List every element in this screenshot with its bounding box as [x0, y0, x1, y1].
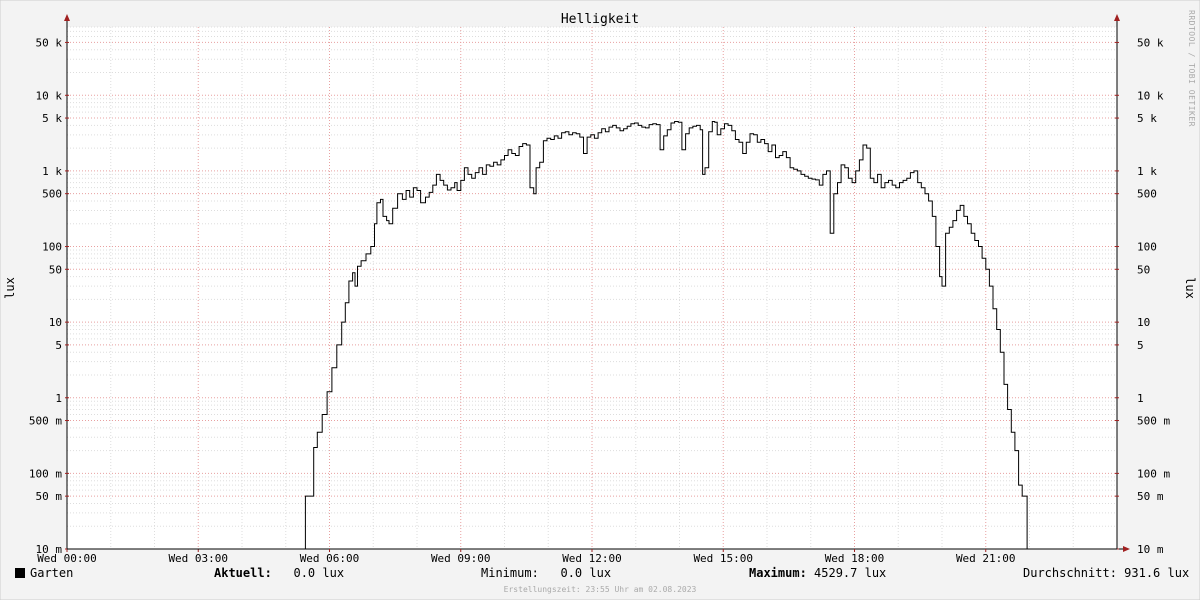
legend-aktuell-value: 0.0 lux [293, 566, 345, 580]
legend-minimum-label: Minimum: [481, 566, 539, 580]
legend-aktuell-label: Aktuell: [214, 566, 272, 580]
y-tick-label-right: 100 m [1137, 467, 1170, 480]
legend-minimum: Minimum: 0.0 lux [481, 566, 611, 580]
chart-title: Helligkeit [561, 12, 639, 27]
y-axis-label-left: lux [3, 277, 17, 299]
y-tick-label: 100 [42, 241, 62, 254]
y-tick-label-right: 1 [1137, 392, 1144, 405]
legend-aktuell: Aktuell: 0.0 lux [214, 566, 344, 580]
y-tick-label: 50 [49, 263, 62, 276]
y-tick-label: 500 [42, 188, 62, 201]
y-tick-label: 10 k [36, 89, 63, 102]
legend-durchschnitt-label: Durchschnitt: [1023, 566, 1117, 580]
x-tick-label: Wed 00:00 [37, 552, 97, 565]
y-tick-label-right: 5 [1137, 339, 1144, 352]
chart-canvas: Helligkeit lux lux 10 m 10 m50 m 50 m100 m… [0, 0, 1200, 600]
legend-series: Garten [15, 566, 73, 580]
y-axis-label-right: lux [1183, 277, 1197, 299]
x-tick-label: Wed 21:00 [956, 552, 1016, 565]
legend-maximum-value: 4529.7 lux [814, 566, 887, 580]
y-tick-label-right: 100 [1137, 241, 1157, 254]
legend-durchschnitt-value: 931.6 lux [1124, 566, 1190, 580]
y-tick-label: 1 k [42, 165, 62, 178]
y-tick-label: 100 m [29, 467, 62, 480]
y-tick-label-right: 500 [1137, 188, 1157, 201]
legend-maximum: Maximum: 4529.7 lux [749, 566, 886, 580]
legend-durchschnitt: Durchschnitt: 931.6 lux [1023, 566, 1189, 580]
y-tick-label-right: 10 k [1137, 89, 1164, 102]
y-tick-label-right: 10 m [1137, 543, 1164, 556]
legend-series-label: Garten [30, 566, 74, 580]
y-tick-label-right: 50 m [1137, 490, 1164, 503]
x-tick-label: Wed 06:00 [300, 552, 360, 565]
x-tick-label: Wed 12:00 [562, 552, 622, 565]
y-tick-label-right: 1 k [1137, 165, 1157, 178]
legend-minimum-value: 0.0 lux [560, 566, 612, 580]
y-tick-label: 1 [55, 392, 62, 405]
chart-window: Helligkeit lux lux 10 m 10 m 50 m 50 m 100 m… [0, 0, 1200, 600]
x-tick-label: Wed 03:00 [168, 552, 228, 565]
y-tick-label-right: 500 m [1137, 415, 1170, 428]
rrdtool-watermark: RRDTOOL / TOBI OETIKER [1187, 10, 1196, 127]
legend-row: Garten Aktuell: 0.0 lux Minimum: 0.0 lux… [0, 566, 1200, 584]
legend-maximum-label: Maximum: [749, 566, 807, 580]
y-tick-label: 5 [55, 339, 62, 352]
y-tick-label: 5 k [42, 112, 62, 125]
x-tick-label: Wed 09:00 [431, 552, 491, 565]
y-tick-label: 10 [49, 316, 62, 329]
legend-swatch [15, 568, 25, 578]
x-tick-label: Wed 15:00 [693, 552, 753, 565]
y-tick-label: 50 m [36, 490, 63, 503]
y-tick-label-right: 10 [1137, 316, 1150, 329]
y-tick-label: 500 m [29, 415, 62, 428]
y-tick-label-right: 50 k [1137, 36, 1164, 49]
footer-timestamp: Erstellungszeit: 23:55 Uhr am 02.08.2023 [503, 585, 697, 594]
x-tick-label: Wed 18:00 [825, 552, 885, 565]
y-tick-label-right: 50 [1137, 263, 1150, 276]
y-tick-label-right: 5 k [1137, 112, 1157, 125]
y-tick-label: 50 k [36, 36, 63, 49]
